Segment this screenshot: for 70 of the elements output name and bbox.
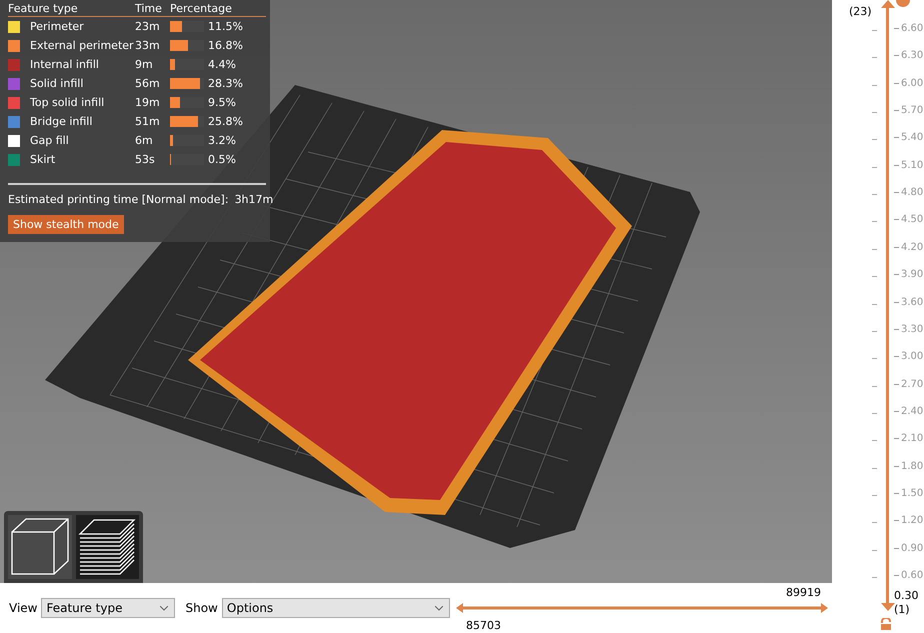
layer-number: (23): [849, 5, 872, 18]
height-label: 3.90: [894, 269, 924, 280]
height-value: 0.30: [894, 589, 918, 602]
height-label: 4.20: [894, 242, 924, 253]
height-label: 4.50: [894, 214, 924, 226]
height-label: 1.80: [894, 460, 924, 472]
feature-time: 51m: [135, 115, 161, 128]
feature-time: 9m: [135, 58, 154, 71]
height-label: 5.70: [894, 105, 924, 116]
height-label: 3.00: [894, 351, 924, 362]
feature-name: Skirt: [30, 153, 56, 166]
view-label: View: [9, 601, 38, 615]
feature-time: 19m: [135, 96, 161, 109]
height-label: 0.60: [894, 570, 924, 581]
feature-percentage: 9.5%: [208, 96, 237, 109]
feature-name: Perimeter: [30, 20, 85, 33]
move-max-value: 89919: [786, 586, 821, 599]
column-header: Time: [135, 2, 163, 14]
feature-name: Solid infill: [30, 77, 84, 90]
feature-name: External perimeter: [30, 39, 135, 52]
feature-time: 6m: [135, 134, 154, 147]
height-label: 1.20: [894, 515, 924, 526]
horizontal-slider-track[interactable]: [456, 603, 828, 613]
feature-time: 53s: [135, 153, 156, 166]
feature-name: Bridge infill: [30, 115, 94, 128]
feature-name: Top solid infill: [30, 96, 106, 109]
column-header: Percentage: [170, 2, 233, 14]
view-dropdown[interactable]: Feature type: [41, 598, 176, 618]
layers-icon: [78, 518, 136, 576]
move-min-value: 85703: [466, 619, 501, 632]
feature-percentage: 3.2%: [208, 134, 237, 147]
lock-icon[interactable]: [880, 618, 892, 630]
height-label: 6.60: [894, 23, 924, 34]
height-label: 0.90: [894, 542, 924, 554]
height-label: 2.10: [894, 433, 924, 444]
show-stealth-mode-button[interactable]: Show stealth mode: [8, 215, 124, 234]
top-thumb-icon[interactable]: [881, 0, 895, 8]
height-label: 3.30: [894, 324, 924, 335]
feature-percentage: 0.5%: [208, 153, 237, 166]
chevron-down-icon: [434, 606, 443, 610]
chevron-down-icon: [160, 606, 168, 610]
bottom-thumb-icon[interactable]: [881, 603, 895, 611]
height-label: 1.50: [894, 488, 924, 499]
height-label: 4.80: [894, 187, 924, 198]
height-label: 5.10: [894, 160, 924, 171]
height-label: 6.30: [894, 50, 924, 62]
feature-percentage: 4.4%: [208, 58, 237, 71]
height-label: 2.40: [894, 406, 924, 417]
view-mode-button[interactable]: [8, 515, 72, 579]
height-label: 5.40: [894, 132, 924, 144]
feature-time: 56m: [135, 77, 161, 90]
feature-percentage: 16.8%: [208, 39, 244, 52]
column-header: Feature type: [8, 2, 79, 14]
feature-percentage: 28.3%: [208, 77, 244, 90]
height-label: 2.70: [894, 378, 924, 390]
feature-time: 33m: [135, 39, 161, 52]
estimate-value: 3h17m: [234, 193, 274, 206]
feature-time: 23m: [135, 20, 161, 33]
feature-name: Internal infill: [30, 58, 100, 71]
height-label: 6.00: [894, 78, 924, 89]
layer-number: (1): [894, 603, 910, 616]
cube-icon: [10, 518, 69, 576]
estimate-label: Estimated printing time [Normal mode]:: [8, 193, 229, 206]
feature-percentage: 11.5%: [208, 20, 244, 33]
height-label: 3.60: [894, 296, 924, 308]
feature-name: Gap fill: [30, 134, 70, 147]
show-label: Show: [185, 601, 218, 615]
show-dropdown[interactable]: Options: [222, 598, 450, 618]
feature-percentage: 25.8%: [208, 115, 244, 128]
view-mode-button[interactable]: [76, 515, 139, 579]
